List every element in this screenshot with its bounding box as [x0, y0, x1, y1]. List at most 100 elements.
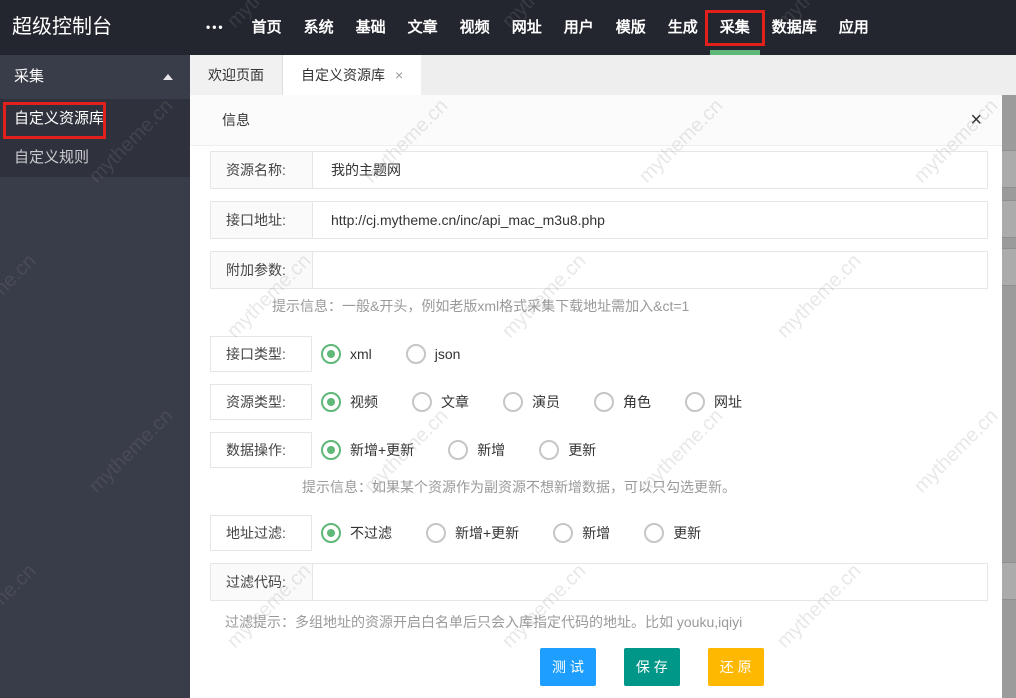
radio-option-api-type-1[interactable]: json [406, 344, 461, 364]
tab-bar: 欢迎页面自定义资源库× [190, 55, 1016, 95]
radio-icon[interactable] [426, 523, 446, 543]
radio-option-data-operation-0[interactable]: 新增+更新 [321, 440, 414, 460]
hint-text: 提示信息：如果某个资源作为副资源不想新增数据，可以只勾选更新。 [210, 478, 1002, 496]
nav-video[interactable]: 视频 [449, 0, 501, 55]
radio-icon[interactable] [321, 523, 341, 543]
main-area: 欢迎页面自定义资源库× 信息 × 资源名称:我的主题网接口地址:http://c… [190, 55, 1016, 698]
sidebar-group-collect[interactable]: 采集 [0, 55, 190, 99]
nav-template[interactable]: 模版 [605, 0, 657, 55]
top-navbar: 超级控制台 •••首页系统基础文章视频网址用户模版生成采集数据库应用 [0, 0, 1016, 55]
extra-params-input[interactable] [313, 252, 987, 288]
radio-icon[interactable] [503, 392, 523, 412]
radio-option-label: 更新 [568, 440, 596, 460]
radio-group-api-type: 接口类型: xml json [210, 336, 1002, 372]
annotation-red-box [705, 10, 765, 46]
nav-article[interactable]: 文章 [397, 0, 449, 55]
radio-icon[interactable] [644, 523, 664, 543]
radio-option-data-operation-1[interactable]: 新增 [448, 440, 505, 460]
radio-option-data-operation-2[interactable]: 更新 [539, 440, 596, 460]
nav-system[interactable]: 系统 [293, 0, 345, 55]
tab-welcome[interactable]: 欢迎页面 [190, 55, 283, 95]
radio-option-resource-type-1[interactable]: 文章 [412, 392, 469, 412]
nav-generate[interactable]: 生成 [657, 0, 709, 55]
field-filter-code: 过滤代码: [210, 563, 988, 601]
background-row-shadow [1002, 200, 1016, 238]
radio-option-label: 新增+更新 [350, 440, 414, 460]
hint-text: 提示信息：一般&开头，例如老版xml格式采集下载地址需加入&ct=1 [210, 297, 1002, 315]
tab-label: 欢迎页面 [208, 55, 264, 95]
save-button[interactable]: 保 存 [624, 648, 680, 686]
radio-option-label: 不过滤 [350, 523, 392, 543]
field-api-url: 接口地址:http://cj.mytheme.cn/inc/api_mac_m3… [210, 201, 988, 239]
radio-option-api-type-0[interactable]: xml [321, 344, 372, 364]
background-row-shadow [1002, 248, 1016, 286]
app-logo: 超级控制台 [0, 0, 190, 55]
radio-icon[interactable] [321, 344, 341, 364]
radio-option-resource-type-3[interactable]: 角色 [594, 392, 651, 412]
radio-option-address-filter-0[interactable]: 不过滤 [321, 523, 392, 543]
resource-name-label: 资源名称: [211, 152, 313, 188]
dimmed-background-strip [1002, 95, 1016, 698]
data-operation-options: 新增+更新 新增 更新 [312, 440, 596, 460]
tab-custom-resource[interactable]: 自定义资源库× [283, 55, 422, 95]
api-type-label: 接口类型: [210, 336, 312, 372]
address-filter-label: 地址过滤: [210, 515, 312, 551]
radio-option-address-filter-1[interactable]: 新增+更新 [426, 523, 519, 543]
nav-user[interactable]: 用户 [553, 0, 605, 55]
radio-option-label: 视频 [350, 392, 378, 412]
panel-header: 信息 × [190, 95, 1002, 146]
top-nav-menu: •••首页系统基础文章视频网址用户模版生成采集数据库应用 [190, 0, 880, 55]
radio-icon[interactable] [321, 392, 341, 412]
radio-icon[interactable] [594, 392, 614, 412]
test-button[interactable]: 测 试 [540, 648, 596, 686]
radio-option-label: 更新 [673, 523, 701, 543]
nav-database[interactable]: 数据库 [761, 0, 828, 55]
radio-option-address-filter-3[interactable]: 更新 [644, 523, 701, 543]
radio-option-label: 新增 [477, 440, 505, 460]
radio-group-data-operation: 数据操作:新增+更新新增更新 [210, 432, 1002, 468]
sidebar-submenu: 自定义资源库自定义规则 [0, 99, 190, 177]
filter-code-input[interactable] [313, 564, 987, 600]
api-url-input[interactable]: http://cj.mytheme.cn/inc/api_mac_m3u8.ph… [313, 202, 987, 238]
annotation-red-box [3, 102, 106, 139]
nav-app[interactable]: 应用 [828, 0, 880, 55]
radio-group-address-filter: 地址过滤: 不过滤 新增+更新 新增 更新 [210, 515, 1002, 551]
radio-icon[interactable] [553, 523, 573, 543]
nav-basic[interactable]: 基础 [345, 0, 397, 55]
sidebar-group-label: 采集 [14, 68, 44, 85]
field-resource-name: 资源名称:我的主题网 [210, 151, 988, 189]
more-menu-icon[interactable]: ••• [190, 0, 241, 55]
nav-website[interactable]: 网址 [501, 0, 553, 55]
radio-group-resource-type: 资源类型:视频文章演员角色网址 [210, 384, 1002, 420]
radio-icon[interactable] [539, 440, 559, 460]
radio-option-label: 角色 [623, 392, 651, 412]
nav-collect[interactable]: 采集 [709, 0, 761, 55]
radio-icon[interactable] [412, 392, 432, 412]
close-tab-icon[interactable]: × [395, 68, 403, 82]
api-url-label: 接口地址: [211, 202, 313, 238]
background-row-shadow [1002, 150, 1016, 188]
radio-option-label: 新增+更新 [455, 523, 519, 543]
radio-option-resource-type-0[interactable]: 视频 [321, 392, 378, 412]
radio-option-address-filter-2[interactable]: 新增 [553, 523, 610, 543]
panel-custom-resource: 信息 × 资源名称:我的主题网接口地址:http://cj.mytheme.cn… [190, 95, 1002, 698]
radio-option-resource-type-2[interactable]: 演员 [503, 392, 560, 412]
radio-option-resource-type-4[interactable]: 网址 [685, 392, 742, 412]
extra-params-label: 附加参数: [211, 252, 313, 288]
resource-name-input[interactable]: 我的主题网 [313, 152, 987, 188]
sidebar-item-custom-rules[interactable]: 自定义规则 [0, 138, 190, 177]
panel-title: 信息 [222, 112, 250, 128]
sidebar: 采集 自定义资源库自定义规则 [0, 55, 190, 698]
close-icon[interactable]: × [970, 95, 982, 145]
resource-type-options: 视频 文章 演员 角色 网址 [312, 392, 742, 412]
chevron-up-icon[interactable] [163, 74, 173, 80]
nav-home[interactable]: 首页 [241, 0, 293, 55]
radio-icon[interactable] [448, 440, 468, 460]
filter-code-label: 过滤代码: [211, 564, 313, 600]
restore-button[interactable]: 还 原 [708, 648, 764, 686]
field-extra-params: 附加参数: [210, 251, 988, 289]
radio-icon[interactable] [406, 344, 426, 364]
radio-icon[interactable] [321, 440, 341, 460]
sidebar-item-custom-resource[interactable]: 自定义资源库 [0, 99, 190, 138]
radio-icon[interactable] [685, 392, 705, 412]
